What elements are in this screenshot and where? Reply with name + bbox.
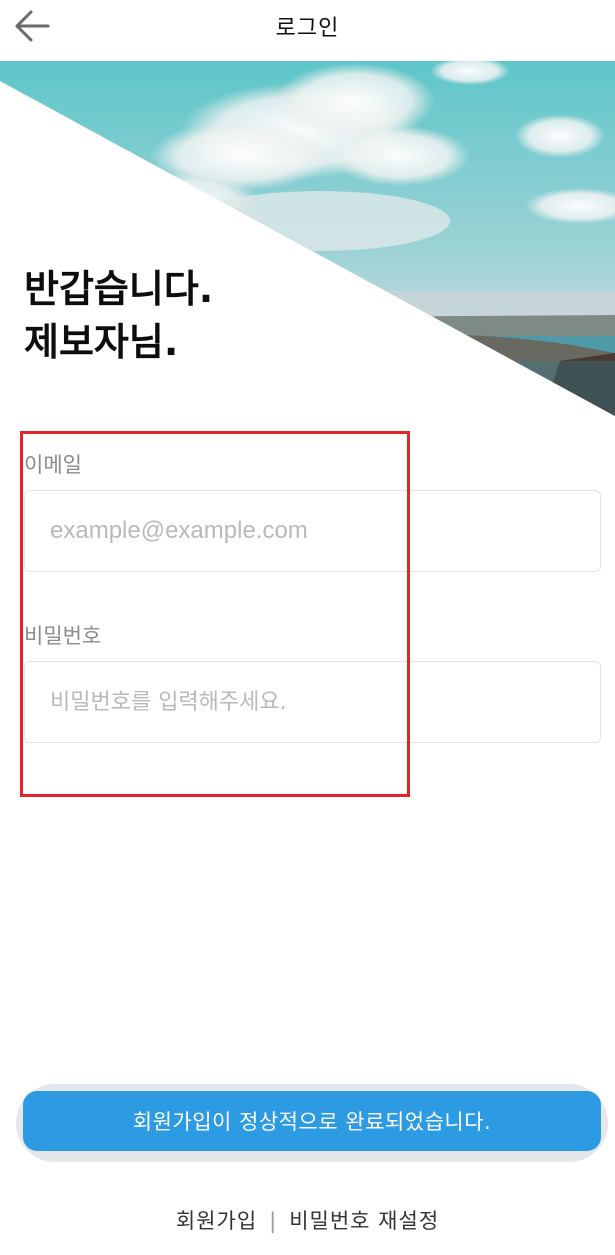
password-input[interactable] <box>24 661 601 743</box>
footer-links: 회원가입 | 비밀번호 재설정 <box>0 1205 615 1235</box>
password-label: 비밀번호 <box>24 624 102 648</box>
button-container: 회원가입이 정상적으로 완료되었습니다. <box>16 1084 608 1162</box>
page-title: 로그인 <box>275 16 340 41</box>
email-input[interactable] <box>24 490 601 572</box>
link-separator: | <box>269 1209 278 1233</box>
greeting-line-2: 제보자님. <box>24 320 179 364</box>
signup-complete-button[interactable]: 회원가입이 정상적으로 완료되었습니다. <box>23 1091 601 1151</box>
email-label: 이메일 <box>24 453 82 477</box>
greeting-line-1: 반갑습니다. <box>24 267 214 311</box>
login-screen: 로그인 반갑습니다. 제보자님. 이메일 example@example.com… <box>0 0 615 1255</box>
signup-link[interactable]: 회원가입 <box>176 1209 257 1233</box>
app-header: 로그인 <box>0 0 615 58</box>
greeting-text: 반갑습니다. 제보자님. <box>24 263 213 369</box>
reset-password-link[interactable]: 비밀번호 재설정 <box>289 1209 439 1233</box>
